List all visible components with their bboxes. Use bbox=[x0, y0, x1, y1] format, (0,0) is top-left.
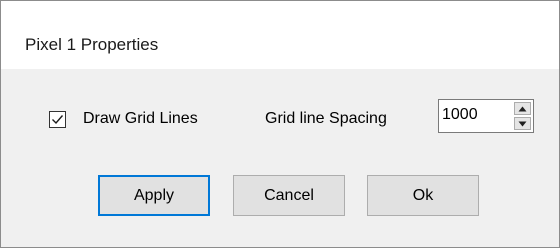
triangle-down-icon bbox=[518, 121, 527, 127]
apply-button[interactable]: Apply bbox=[98, 175, 210, 216]
grid-spacing-input[interactable]: 1000 bbox=[442, 106, 478, 124]
draw-grid-lines-checkbox[interactable] bbox=[49, 111, 66, 128]
cancel-button[interactable]: Cancel bbox=[233, 175, 345, 216]
ok-button[interactable]: Ok bbox=[367, 175, 479, 216]
checkmark-icon bbox=[52, 115, 64, 125]
grid-spacing-label: Grid line Spacing bbox=[265, 110, 387, 127]
properties-dialog: Pixel 1 Properties Draw Grid Lines Grid … bbox=[0, 0, 560, 248]
spin-up-button[interactable] bbox=[514, 102, 531, 115]
spin-down-button[interactable] bbox=[514, 117, 531, 130]
title-bar: Pixel 1 Properties bbox=[1, 1, 559, 69]
dialog-title: Pixel 1 Properties bbox=[25, 35, 159, 54]
spinner-buttons bbox=[514, 102, 531, 130]
grid-spacing-spinner[interactable]: 1000 bbox=[438, 99, 534, 133]
draw-grid-lines-label[interactable]: Draw Grid Lines bbox=[83, 110, 198, 128]
triangle-up-icon bbox=[518, 106, 527, 112]
